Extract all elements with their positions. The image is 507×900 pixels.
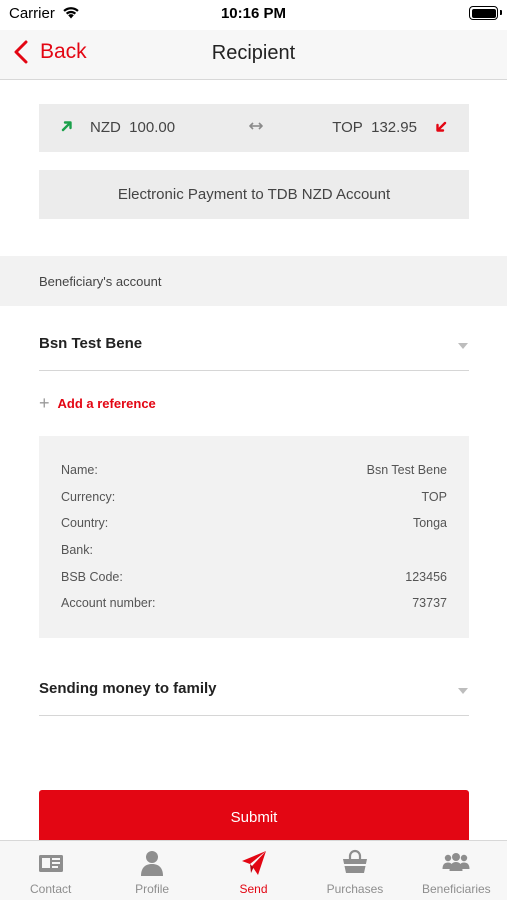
- navigation-bar: Back Recipient: [0, 30, 507, 80]
- battery-icon: [469, 6, 498, 20]
- detail-label: Account number:: [61, 596, 156, 610]
- page-title: Recipient: [211, 42, 296, 64]
- tab-label: Contact: [30, 882, 72, 896]
- tab-purchases[interactable]: Purchases: [304, 841, 405, 900]
- detail-value: Tonga: [412, 516, 447, 530]
- group-icon: [442, 853, 470, 871]
- detail-value: 123456: [405, 570, 447, 584]
- to-amount: TOP 132.95: [332, 119, 417, 136]
- detail-value: Bsn Test Bene: [366, 463, 447, 477]
- purpose-select[interactable]: Sending money to family: [39, 666, 469, 716]
- clock: 10:16 PM: [220, 5, 287, 22]
- detail-row: Account number: 73737: [61, 596, 447, 614]
- payment-method-button[interactable]: Electronic Payment to TDB NZD Account: [39, 170, 469, 219]
- tab-label: Beneficiaries: [421, 882, 491, 896]
- tab-contact[interactable]: Contact: [0, 841, 101, 900]
- person-icon: [141, 851, 164, 876]
- swap-arrows-icon: [249, 122, 263, 130]
- tab-profile[interactable]: Profile: [101, 841, 202, 900]
- from-currency: NZD: [90, 119, 121, 136]
- arrow-down-left-icon: [436, 121, 447, 132]
- to-value: 132.95: [371, 119, 417, 136]
- beneficiary-section-header: Beneficiary's account: [0, 256, 507, 306]
- detail-row: Name: Bsn Test Bene: [61, 463, 447, 481]
- exchange-summary[interactable]: NZD 100.00 TOP 132.95: [39, 104, 469, 152]
- tab-label: Profile: [135, 882, 170, 896]
- beneficiary-selected-value: Bsn Test Bene: [39, 335, 143, 352]
- tab-label: Send: [239, 882, 268, 896]
- caret-down-icon: [458, 688, 468, 694]
- detail-row: BSB Code: 123456: [61, 570, 447, 588]
- basket-icon: [342, 849, 367, 873]
- to-currency: TOP: [332, 119, 363, 136]
- from-value: 100.00: [129, 119, 176, 136]
- caret-down-icon: [458, 343, 468, 349]
- detail-label: Country:: [61, 516, 109, 530]
- purpose-selected-value: Sending money to family: [39, 680, 217, 697]
- battery-cap: [500, 10, 502, 15]
- status-bar: Carrier 10:16 PM: [0, 0, 507, 30]
- tab-send[interactable]: Send: [203, 841, 304, 900]
- detail-label: Currency:: [61, 490, 116, 504]
- tab-label: Purchases: [326, 882, 384, 896]
- beneficiary-select[interactable]: Bsn Test Bene: [39, 321, 469, 371]
- submit-button[interactable]: Submit: [39, 790, 469, 844]
- detail-value: TOP: [421, 490, 447, 504]
- detail-value: 73737: [412, 596, 447, 610]
- paper-plane-icon: [241, 851, 266, 875]
- detail-row: Bank:: [61, 543, 447, 561]
- arrow-up-right-icon: [61, 121, 72, 132]
- detail-label: BSB Code:: [61, 570, 123, 584]
- contact-card-icon: [38, 855, 63, 872]
- plus-icon: +: [39, 393, 50, 413]
- detail-row: Country: Tonga: [61, 516, 447, 534]
- add-reference-label: Add a reference: [57, 395, 156, 411]
- detail-label: Name:: [61, 463, 98, 477]
- detail-row: Currency: TOP: [61, 490, 447, 508]
- beneficiary-details: Name: Bsn Test Bene Currency: TOP Countr…: [39, 436, 469, 638]
- detail-label: Bank:: [61, 543, 93, 557]
- add-reference-button[interactable]: + Add a reference: [39, 393, 156, 413]
- tab-bar: Contact Profile Send Purchases Beneficia…: [0, 840, 507, 900]
- from-amount: NZD 100.00: [90, 119, 175, 136]
- section-header-label: Beneficiary's account: [39, 274, 162, 289]
- tab-beneficiaries[interactable]: Beneficiaries: [406, 841, 507, 900]
